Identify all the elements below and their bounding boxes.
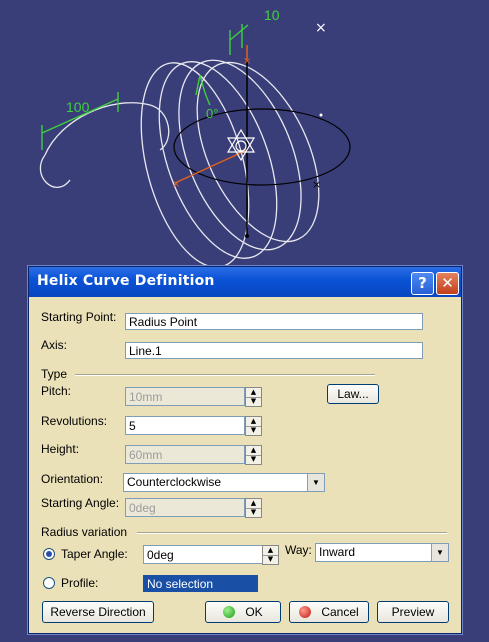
radius-group-label: Radius variation: [41, 525, 128, 539]
taper-angle-spinner[interactable]: ▲ ▼: [262, 545, 279, 565]
law-button[interactable]: Law...: [327, 384, 379, 404]
pitch-spinner: ▲ ▼: [245, 387, 262, 407]
cancel-icon: [299, 605, 312, 618]
starting-point-label: Starting Point:: [41, 310, 117, 324]
orientation-select[interactable]: Counterclockwise ▼: [123, 473, 325, 492]
profile-label: Profile:: [61, 576, 99, 590]
orientation-label: Orientation:: [41, 472, 104, 486]
helix-curve-dialog: Helix Curve Definition ? ✕ Starting Poin…: [28, 266, 462, 634]
help-button[interactable]: ?: [411, 272, 434, 295]
starting-angle-field: 0deg: [125, 498, 245, 517]
chevron-down-icon[interactable]: ▼: [307, 474, 324, 491]
helix-start: [44, 102, 170, 156]
pitch-label: Pitch:: [41, 384, 72, 398]
way-value: Inward: [319, 545, 356, 559]
dialog-titlebar[interactable]: Helix Curve Definition ? ✕: [29, 267, 461, 297]
close-button[interactable]: ✕: [436, 272, 459, 295]
base-circle: [173, 108, 351, 186]
dim-length-label[interactable]: 100: [66, 99, 90, 115]
taper-angle-label: Taper Angle:: [61, 547, 128, 561]
dim-angle-label[interactable]: 0°: [206, 106, 218, 121]
preview-button[interactable]: Preview: [377, 601, 449, 623]
spin-down-icon[interactable]: ▼: [263, 555, 278, 564]
starting-angle-label: Starting Angle:: [41, 496, 120, 510]
way-select[interactable]: Inward ▼: [315, 543, 449, 562]
height-label: Height:: [41, 442, 80, 456]
orientation-value: Counterclockwise: [127, 475, 222, 489]
radius-group-divider: [137, 532, 447, 534]
dialog-title: Helix Curve Definition: [37, 273, 215, 289]
cancel-label: Cancel: [321, 605, 359, 619]
spin-down-icon[interactable]: ▼: [246, 426, 261, 435]
chevron-down-icon[interactable]: ▼: [431, 544, 448, 561]
taper-angle-field[interactable]: 0deg: [143, 545, 263, 564]
helix-tail: [39, 154, 71, 188]
axis-label: Axis:: [41, 338, 68, 352]
height-spinner: ▲ ▼: [245, 445, 262, 465]
starting-point-field[interactable]: Radius Point: [125, 313, 423, 330]
profile-radio[interactable]: [43, 577, 55, 589]
dim-pitch-label[interactable]: 10: [264, 7, 280, 23]
revolutions-spinner[interactable]: ▲ ▼: [245, 416, 262, 436]
way-label: Way:: [285, 543, 312, 557]
axis-field[interactable]: Line.1: [125, 342, 423, 359]
type-group-label: Type: [41, 367, 68, 381]
revolutions-label: Revolutions:: [41, 414, 108, 428]
reverse-direction-button[interactable]: Reverse Direction: [42, 601, 154, 623]
origin-compass-icon: [226, 128, 256, 162]
ok-button[interactable]: OK: [205, 601, 281, 623]
taper-angle-radio[interactable]: [43, 548, 55, 560]
starting-angle-spinner: ▲ ▼: [245, 498, 262, 518]
svg-text:×: ×: [243, 56, 251, 67]
pitch-field: 10mm: [125, 387, 245, 406]
ok-icon: [223, 605, 236, 618]
svg-text:×: ×: [315, 20, 327, 36]
cancel-button[interactable]: Cancel: [289, 601, 369, 623]
helix-loop: [178, 59, 302, 251]
revolutions-field[interactable]: 5: [125, 416, 245, 435]
svg-text:×: ×: [172, 179, 180, 190]
svg-text:×: ×: [312, 178, 321, 191]
profile-field[interactable]: No selection: [143, 575, 258, 592]
height-field: 60mm: [125, 445, 245, 464]
ok-label: OK: [245, 605, 263, 619]
type-group-divider: [75, 374, 375, 376]
